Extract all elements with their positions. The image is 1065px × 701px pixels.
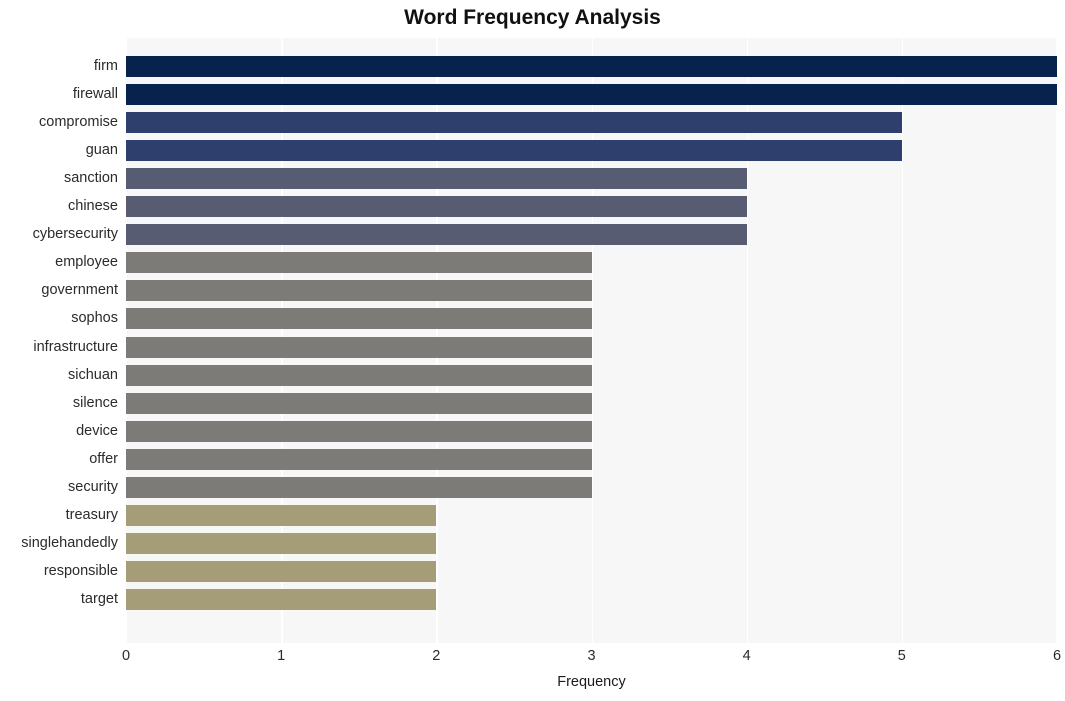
bar [126,308,592,330]
x-tick-label: 3 [587,648,596,664]
bar [126,56,1057,77]
y-tick-label: offer [89,450,118,467]
bars-layer [126,38,1057,643]
y-tick-label: security [68,478,118,495]
bar [126,560,437,582]
y-tick-label: treasury [65,506,118,523]
bar [126,84,1057,106]
bar [126,448,592,470]
y-tick-label: device [76,422,118,439]
x-tick-label: 1 [277,648,286,664]
y-tick-label: employee [55,254,118,271]
y-axis-tick-labels: firm firewall compromise guan sanction chines… [0,38,118,643]
x-axis-tick-labels: 0 1 2 3 4 5 6 [122,648,1061,672]
bar [126,252,592,274]
bar [126,364,592,386]
bar [126,224,747,246]
bar [126,112,902,134]
y-tick-label: sophos [71,310,118,327]
y-tick-label: target [80,590,118,607]
bar [126,336,592,358]
y-tick-label: cybersecurity [32,226,118,243]
bar [126,420,592,442]
y-tick-label: compromise [39,114,118,131]
bar [126,196,747,218]
y-tick-label: government [41,282,118,299]
y-tick-label: responsible [43,562,118,579]
y-tick-label: firewall [72,86,118,103]
bar [126,532,437,554]
y-tick-label: sanction [63,170,118,187]
x-tick-label: 2 [432,648,441,664]
y-tick-label: firm [93,58,118,74]
bar [126,504,437,526]
y-tick-label: singlehandedly [21,534,118,551]
bar [126,280,592,302]
x-tick-label: 5 [897,648,906,664]
bar [126,168,747,190]
y-tick-label: silence [72,394,118,411]
bar [126,588,437,610]
chart-title: Word Frequency Analysis [404,6,661,29]
y-tick-label: sichuan [68,366,118,383]
plot-area [126,38,1057,643]
x-axis-title: Frequency [557,674,626,690]
y-tick-label: guan [85,142,118,159]
bar [126,140,902,162]
x-tick-label: 6 [1052,648,1062,664]
x-tick-label: 0 [121,648,131,664]
y-tick-label: infrastructure [33,338,118,355]
x-tick-label: 4 [742,648,751,664]
chart-figure: Word Frequency Analysis firm firewall comp… [0,0,1065,701]
bar [126,476,592,498]
bar [126,392,592,414]
y-tick-label: chinese [68,198,118,215]
